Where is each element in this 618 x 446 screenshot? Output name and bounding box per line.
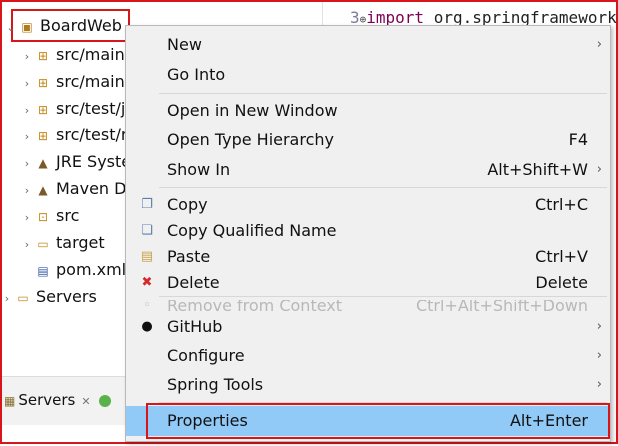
menu-item-open-new-window[interactable]: Open in New Window — [126, 98, 610, 124]
chevron-right-icon[interactable]: › — [20, 232, 34, 258]
menu-item-paste[interactable]: ▤ Paste Ctrl+V — [126, 244, 610, 270]
chevron-right-icon[interactable]: › — [20, 71, 34, 97]
tree-item[interactable]: › ▲ Maven D — [20, 176, 127, 204]
context-menu: New › Go Into Open in New Window Open Typ… — [125, 25, 611, 442]
folder-icon: ▭ — [17, 291, 29, 305]
chevron-right-icon[interactable]: › — [20, 151, 34, 177]
label: New — [167, 35, 202, 54]
menu-separator — [159, 296, 607, 297]
tree-item-label: JRE Syste — [56, 152, 132, 171]
tree-item[interactable]: › ▲ JRE Syste — [20, 149, 131, 175]
submenu-arrow-icon: › — [596, 348, 602, 363]
copy-icon: ❐ — [141, 197, 153, 212]
accel: Delete — [535, 273, 588, 292]
tree-item[interactable]: › ⊞ src/main — [20, 69, 125, 95]
label: Open in New Window — [167, 101, 338, 120]
accel: Ctrl+C — [534, 195, 588, 214]
package-folder-icon: ⊞ — [37, 76, 49, 90]
menu-separator — [159, 187, 607, 188]
tree-item-servers[interactable]: › ▭ Servers — [0, 284, 97, 310]
folder-icon: ▭ — [37, 237, 49, 251]
accel: Ctrl+V — [535, 247, 588, 266]
menu-item-copy-qualified-name[interactable]: ❏ Copy Qualified Name — [126, 218, 610, 244]
submenu-arrow-icon: › — [596, 162, 602, 177]
chevron-right-icon[interactable]: › — [0, 286, 14, 312]
tree-item[interactable]: › ⊞ src/test/r — [20, 122, 128, 150]
tree-item-label: pom.xml — [56, 260, 127, 279]
project-label: BoardWeb — [40, 16, 122, 35]
tree-item-label: src/main — [56, 72, 125, 91]
properties-highlight-box — [146, 403, 610, 439]
label: Spring Tools — [167, 375, 264, 394]
remove-context-icon: ◦ — [143, 300, 151, 312]
label: Copy — [167, 195, 208, 214]
menu-separator — [159, 93, 607, 94]
menu-item-github[interactable]: ● GitHub › — [126, 314, 610, 340]
submenu-arrow-icon: › — [596, 37, 602, 52]
menu-item-copy[interactable]: ❐ Copy Ctrl+C — [126, 192, 610, 218]
menu-item-open-type-hierarchy[interactable]: Open Type Hierarchy F4 — [126, 127, 610, 153]
library-icon: ▲ — [38, 156, 48, 170]
chevron-down-icon[interactable]: ⌄ — [4, 15, 18, 41]
accel: F4 — [568, 130, 588, 149]
menu-item-spring-tools[interactable]: Spring Tools › — [126, 372, 610, 398]
tree-item-label: Servers — [36, 287, 97, 306]
accel: Alt+Shift+W — [487, 160, 588, 179]
xml-file-icon: ▤ — [37, 264, 49, 278]
menu-item-new[interactable]: New › — [126, 32, 610, 58]
tree-item-label: target — [56, 233, 105, 252]
tree-item[interactable]: ▤ pom.xml — [20, 257, 126, 283]
servers-tab: Servers — [18, 391, 76, 409]
label: Go Into — [167, 65, 226, 84]
tree-item-label: src — [56, 206, 80, 225]
tree-item-label: src/main — [56, 45, 125, 64]
menu-item-configure[interactable]: Configure › — [126, 343, 610, 369]
tab-servers[interactable]: ▦ Servers ✕ — [4, 390, 111, 410]
chevron-right-icon[interactable]: › — [20, 205, 34, 231]
label: Delete — [167, 273, 220, 292]
copy-qualified-icon: ❏ — [141, 223, 153, 238]
close-icon[interactable]: ✕ — [81, 395, 90, 408]
menu-item-show-in[interactable]: Show In Alt+Shift+W › — [126, 157, 610, 183]
chevron-right-icon[interactable]: › — [20, 124, 34, 150]
chevron-right-icon[interactable]: › — [20, 98, 34, 124]
label: Paste — [167, 247, 211, 266]
github-icon: ● — [141, 319, 153, 334]
label: Open Type Hierarchy — [167, 130, 334, 149]
label: Copy Qualified Name — [167, 221, 337, 240]
package-folder-icon: ⊞ — [37, 49, 49, 63]
package-folder-icon: ⊞ — [37, 103, 49, 117]
chevron-right-icon[interactable]: › — [20, 178, 34, 204]
accel: Ctrl+Alt+Shift+Down — [415, 300, 588, 312]
chevron-right-icon[interactable]: › — [20, 44, 34, 70]
tree-item[interactable]: › ⊞ src/test/j — [20, 96, 126, 124]
submenu-arrow-icon: › — [596, 377, 602, 392]
tree-item-label: src/test/j — [56, 99, 126, 118]
tree-item-project[interactable]: ⌄ ▣ BoardWeb — [4, 13, 122, 39]
tree-item[interactable]: › ▭ target — [20, 230, 105, 256]
menu-item-remove-from-context[interactable]: ◦ Remove from Context Ctrl+Alt+Shift+Down — [126, 300, 610, 312]
delete-icon: ✖ — [141, 275, 153, 290]
menu-item-delete[interactable]: ✖ Delete Delete — [126, 270, 610, 296]
project-icon: ▣ — [21, 20, 33, 34]
submenu-arrow-icon: › — [596, 319, 602, 334]
tree-item[interactable]: › ⊡ src — [20, 203, 80, 231]
label: Configure — [167, 346, 245, 365]
menu-item-go-into[interactable]: Go Into — [126, 62, 610, 88]
source-folder-icon: ⊡ — [37, 210, 49, 224]
label: Show In — [167, 160, 231, 179]
library-icon: ▲ — [38, 183, 48, 197]
console-icon[interactable] — [98, 394, 111, 407]
label: GitHub — [167, 317, 223, 336]
paste-icon: ▤ — [140, 249, 154, 264]
label: Remove from Context — [167, 300, 343, 312]
servers-icon: ▦ — [4, 394, 16, 408]
tree-item-label: Maven D — [56, 179, 127, 198]
tree-item-label: src/test/r — [56, 125, 128, 144]
tree-item[interactable]: › ⊞ src/main — [20, 42, 125, 68]
package-folder-icon: ⊞ — [37, 129, 49, 143]
